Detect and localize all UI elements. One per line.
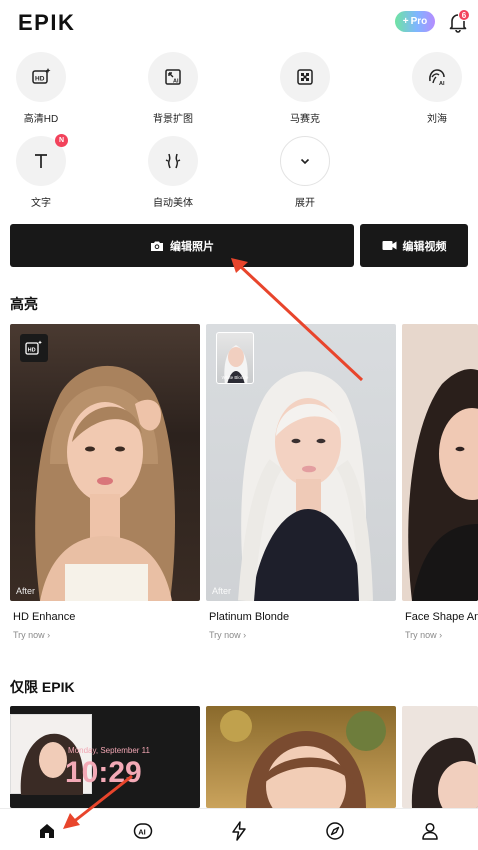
annotation-arrows [63, 258, 364, 829]
